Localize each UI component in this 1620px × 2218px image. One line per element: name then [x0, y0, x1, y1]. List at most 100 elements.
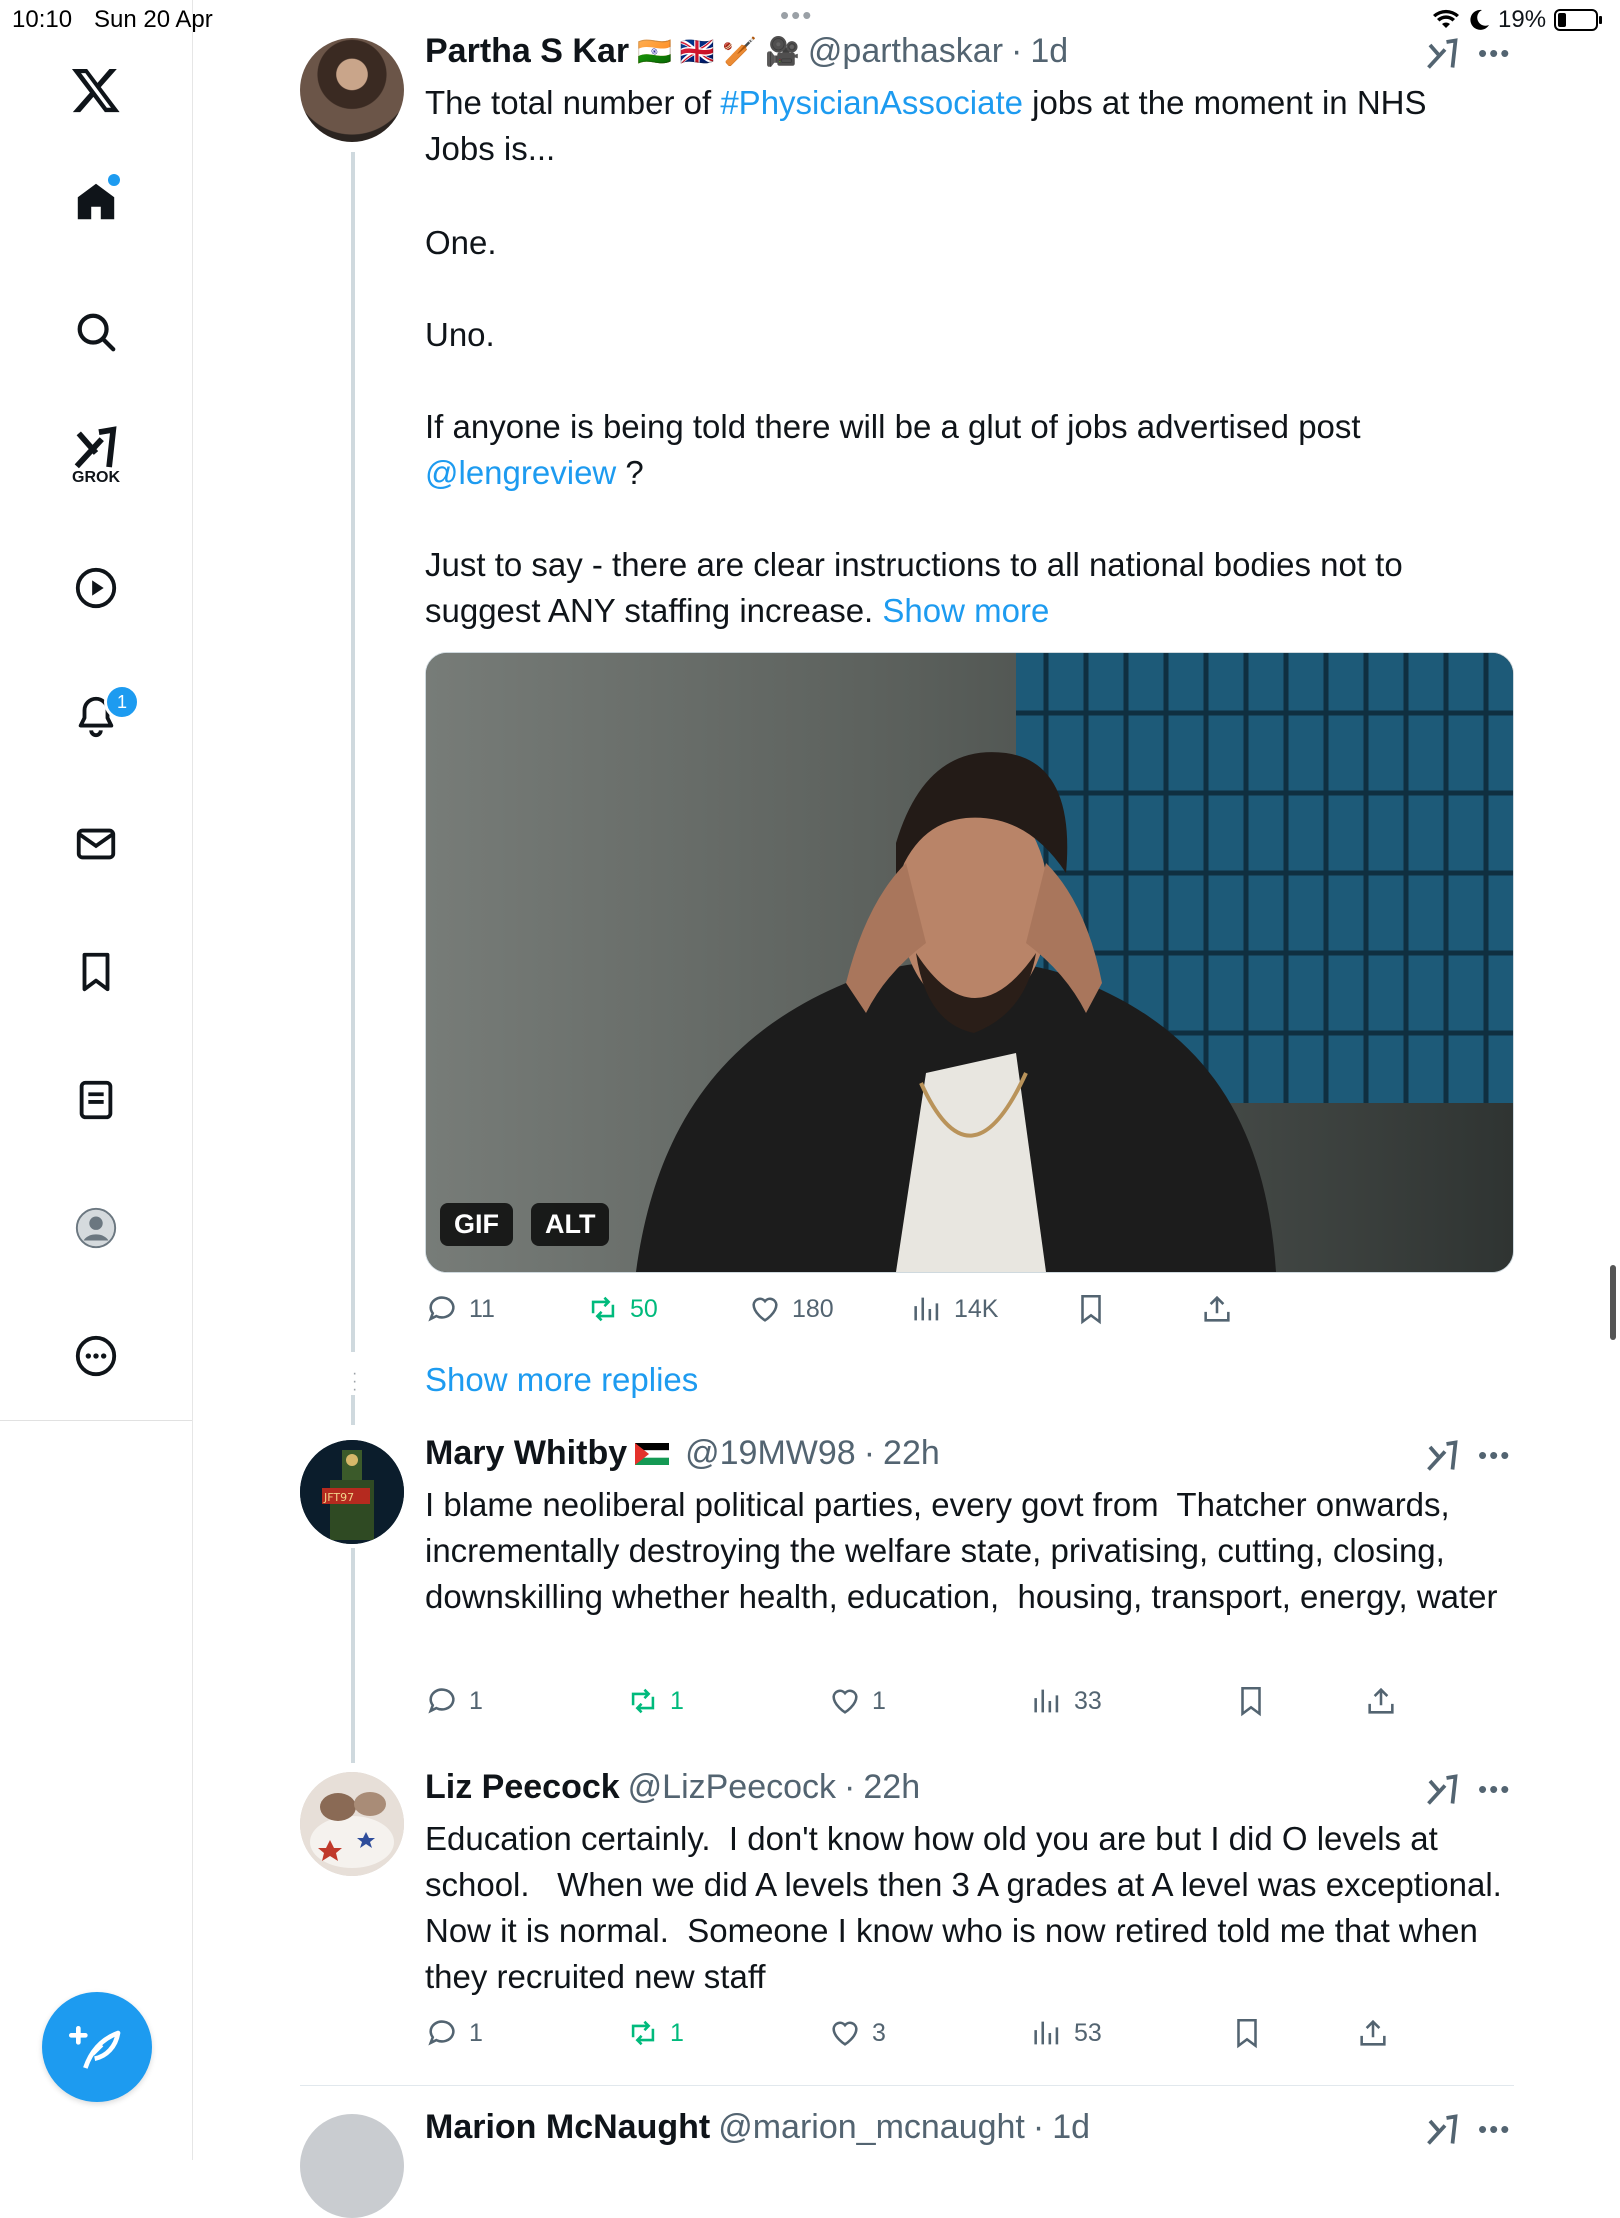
more-options-icon[interactable]: •••: [1478, 1774, 1511, 1805]
post-divider: [300, 2085, 1514, 2086]
post-header: Mary Whitby @19MW98 · 22h: [425, 1434, 940, 1473]
bookmark-button[interactable]: [1074, 1292, 1108, 1326]
reply-button[interactable]: 1: [425, 1684, 483, 1718]
gif-badge: GIF: [440, 1203, 513, 1246]
view-count: 14K: [954, 1294, 999, 1323]
views-button[interactable]: 14K: [910, 1292, 998, 1326]
author-name[interactable]: Liz Peecock: [425, 1768, 620, 1807]
views-button[interactable]: 33: [1030, 1684, 1102, 1718]
like-button[interactable]: 180: [748, 1292, 834, 1326]
post-line-uno: Uno.: [425, 316, 495, 353]
repost-button[interactable]: 50: [586, 1292, 658, 1326]
share-button[interactable]: [1200, 1292, 1234, 1326]
bookmark-icon[interactable]: [66, 942, 126, 1002]
status-time: 10:10: [12, 6, 73, 33]
repost-icon: [631, 2020, 655, 2046]
post-time[interactable]: 22h: [883, 1434, 940, 1473]
author-handle[interactable]: @parthaskar: [808, 32, 1003, 71]
author-name[interactable]: Marion McNaught: [425, 2108, 710, 2147]
gif-media[interactable]: GIF ALT: [425, 652, 1514, 1273]
views-button[interactable]: 53: [1030, 2016, 1102, 2050]
views-icon: [1034, 2021, 1059, 2045]
author-handle[interactable]: @LizPeecock: [628, 1768, 836, 1807]
reply-button[interactable]: 1: [425, 2016, 483, 2050]
battery-percent: 19%: [1498, 6, 1547, 33]
author-handle[interactable]: @marion_mcnaught: [718, 2108, 1025, 2147]
repost-count: 1: [670, 1686, 684, 1715]
grok-nav[interactable]: GROK: [66, 424, 126, 487]
video-icon[interactable]: [66, 558, 126, 618]
repost-button[interactable]: 1: [626, 2016, 684, 2050]
like-button[interactable]: 3: [828, 2016, 886, 2050]
dot-separator: ·: [1011, 32, 1023, 70]
x-logo-icon[interactable]: [66, 60, 126, 120]
post-text-part: ?: [616, 454, 644, 491]
grok-explain-icon[interactable]: [1424, 2112, 1460, 2148]
grok-explain-icon[interactable]: [1424, 1772, 1460, 1808]
reply-count: 11: [469, 1294, 495, 1323]
compose-button[interactable]: [42, 1992, 152, 2102]
grok-explain-icon[interactable]: [1424, 1438, 1460, 1474]
post-time[interactable]: 1d: [1030, 32, 1068, 71]
share-icon: [1360, 2019, 1386, 2046]
scrollbar[interactable]: [1610, 1265, 1616, 1340]
dot-separator: ·: [863, 1434, 876, 1472]
status-date: Sun 20 Apr: [94, 6, 213, 33]
post-paragraph: Just to say - there are clear instructio…: [425, 542, 1505, 634]
bookmark-button[interactable]: [1234, 1684, 1268, 1718]
post-text: The total number of #PhysicianAssociate …: [425, 80, 1505, 172]
more-options-icon[interactable]: •••: [1478, 2114, 1511, 2145]
post-text: I blame neoliberal political parties, ev…: [425, 1486, 1498, 1615]
more-options-icon[interactable]: •••: [1478, 38, 1511, 69]
like-button[interactable]: 1: [828, 1684, 886, 1718]
bookmark-icon: [1237, 2018, 1257, 2049]
post-text: Education certainly. I don't know how ol…: [425, 1820, 1521, 1995]
repost-icon: [591, 1296, 615, 1322]
dot-separator: ·: [844, 1768, 856, 1806]
post-paragraph: If anyone is being told there will be a …: [425, 404, 1505, 496]
avatar[interactable]: [300, 38, 404, 142]
avatar[interactable]: [300, 2114, 404, 2218]
lists-icon[interactable]: [66, 1070, 126, 1130]
alt-badge[interactable]: ALT: [531, 1203, 610, 1246]
avatar[interactable]: JFT97: [300, 1440, 404, 1544]
more-icon[interactable]: [66, 1326, 126, 1386]
bookmark-icon: [1241, 1686, 1261, 1717]
author-name[interactable]: Mary Whitby: [425, 1434, 627, 1473]
share-button[interactable]: [1356, 2016, 1390, 2050]
more-options-icon[interactable]: •••: [1478, 1440, 1511, 1471]
hashtag-link[interactable]: #PhysicianAssociate: [720, 84, 1023, 121]
repost-icon: [631, 1688, 655, 1714]
repost-button[interactable]: 1: [626, 1684, 684, 1718]
like-count: 1: [872, 1686, 886, 1715]
reply-icon: [428, 2020, 455, 2046]
show-more-replies-link[interactable]: Show more replies: [425, 1361, 698, 1399]
author-name[interactable]: Partha S Kar: [425, 32, 629, 71]
post-header: Partha S Kar 🇮🇳 🇬🇧 🏏 🎥 @parthaskar · 1d: [425, 32, 1068, 71]
reply-icon: [428, 1296, 455, 1322]
grok-icon: [74, 426, 117, 469]
mention-link[interactable]: @lengreview: [425, 454, 616, 491]
show-more-link[interactable]: Show more: [882, 592, 1049, 629]
post-header: Liz Peecock @LizPeecock · 22h: [425, 1768, 920, 1807]
home-unread-dot: [108, 174, 120, 186]
thread-line-2: [351, 1395, 355, 1425]
search-icon[interactable]: [66, 302, 126, 362]
post-time[interactable]: 1d: [1052, 2108, 1090, 2147]
view-count: 33: [1074, 1686, 1102, 1715]
share-icon: [1368, 1687, 1394, 1714]
like-count: 3: [872, 2018, 886, 2047]
share-button[interactable]: [1364, 1684, 1398, 1718]
multitask-handle[interactable]: •••: [780, 0, 813, 31]
heart-icon: [832, 2021, 858, 2046]
home-icon[interactable]: [66, 172, 126, 232]
post-time[interactable]: 22h: [863, 1768, 920, 1807]
heart-icon: [832, 1689, 858, 1714]
profile-icon[interactable]: [66, 1198, 126, 1258]
bookmark-button[interactable]: [1230, 2016, 1264, 2050]
reply-button[interactable]: 11: [425, 1292, 495, 1326]
mail-icon[interactable]: [66, 814, 126, 874]
author-handle[interactable]: @19MW98: [685, 1434, 856, 1473]
grok-explain-icon[interactable]: [1424, 36, 1460, 72]
avatar[interactable]: [300, 1772, 404, 1876]
